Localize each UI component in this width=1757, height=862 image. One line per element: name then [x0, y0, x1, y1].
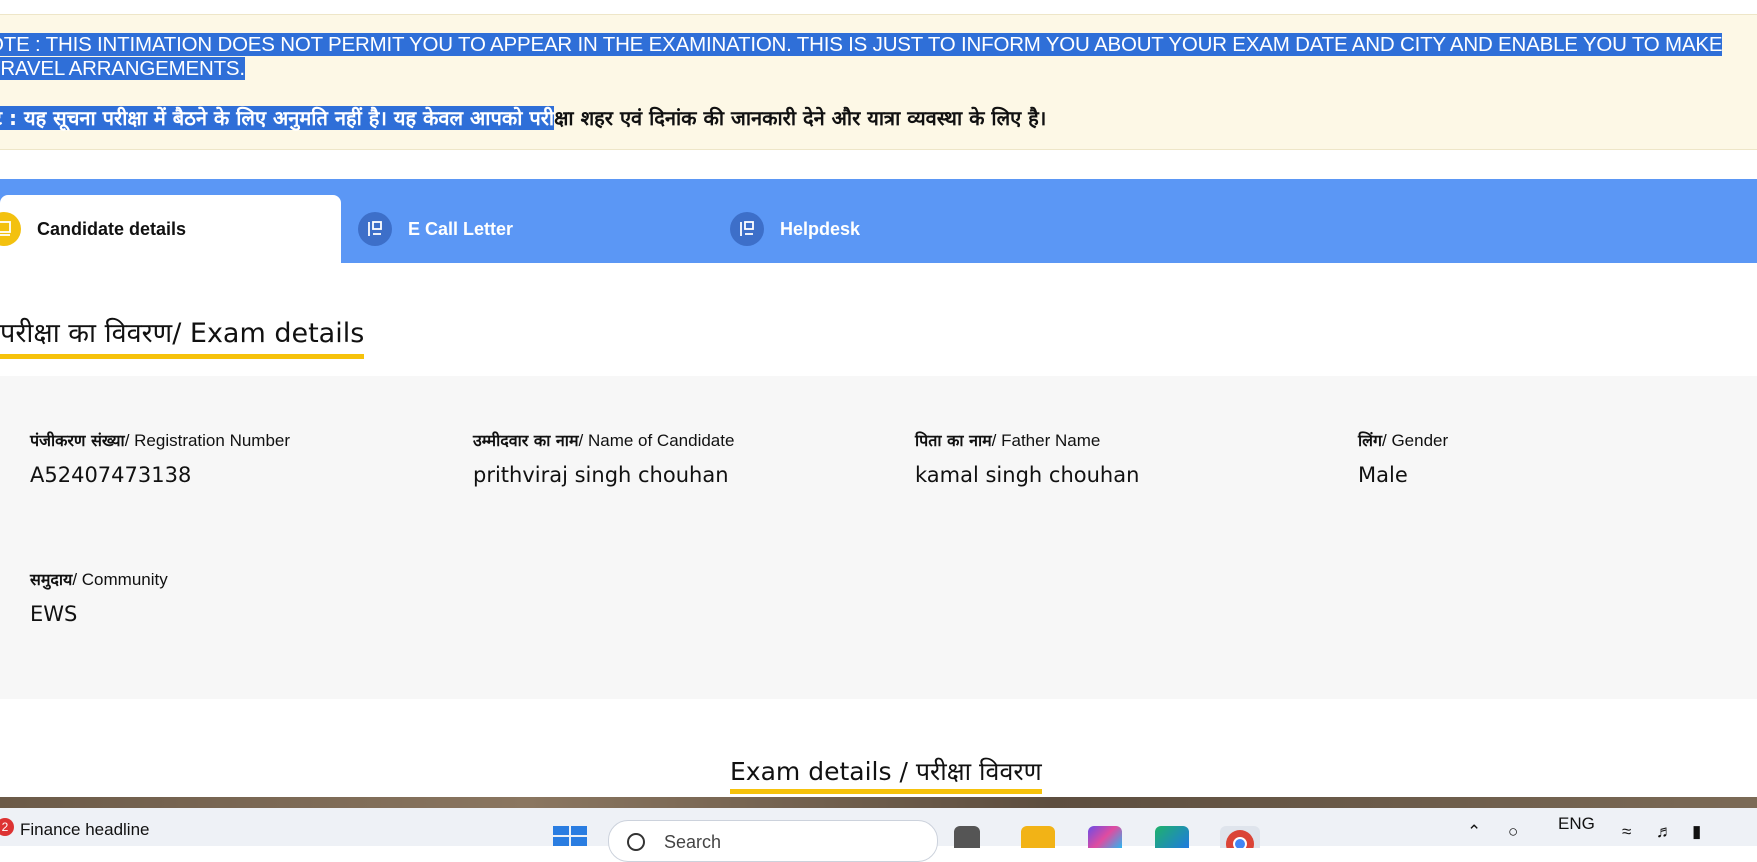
notification-badge: 2 [0, 818, 14, 836]
tab-label: E Call Letter [408, 218, 514, 239]
notice-banner: OTE : THIS INTIMATION DOES NOT PERMIT YO… [0, 14, 1757, 150]
edge-icon[interactable] [1155, 826, 1189, 848]
gender-value: Male [1358, 463, 1408, 487]
tab-helpdesk[interactable]: Helpdesk [730, 195, 1030, 263]
file-explorer-icon[interactable] [1021, 826, 1055, 848]
notice-hindi: ट : यह सूचना परीक्षा में बैठने के लिए अन… [0, 105, 1757, 131]
tray-device-icon[interactable]: ○ [1508, 822, 1518, 842]
tray-chevron-icon[interactable]: ⌃ [1467, 822, 1481, 842]
registration-field: पंजीकरण संख्या/ Registration Number A524… [30, 429, 290, 487]
candidate-name-label: उम्मीदवार का नाम/ Name of Candidate [473, 431, 735, 450]
desktop-wallpaper-strip [0, 797, 1757, 808]
taskbar: 2 Finance headline Search ⌃ ○ ENG ≈ ♬ ▮ [0, 808, 1757, 862]
community-field: समुदाय/ Community EWS [30, 568, 168, 626]
father-name-label: पिता का नाम/ Father Name [915, 431, 1101, 450]
notice-hindi-selected: ट : यह सूचना परीक्षा में बैठने के लिए अन… [0, 106, 555, 130]
language-indicator[interactable]: ENG [1558, 814, 1595, 834]
community-value: EWS [30, 602, 78, 626]
tab-candidate-details[interactable]: Candidate details [0, 195, 341, 263]
news-widget[interactable]: Finance headline [20, 820, 149, 840]
notice-english: OTE : THIS INTIMATION DOES NOT PERMIT YO… [0, 33, 1757, 81]
tab-bar: Candidate details E Call Letter Helpdesk [0, 179, 1757, 263]
chrome-icon[interactable] [1220, 826, 1260, 858]
notice-hindi-rest: क्षा शहर एवं दिनांक की जानकारी देने और य… [554, 106, 1047, 130]
search-placeholder: Search [664, 832, 722, 852]
candidate-name-value: prithviraj singh chouhan [473, 463, 729, 487]
gender-label: लिंग/ Gender [1358, 431, 1449, 450]
windows-start-icon[interactable] [553, 826, 587, 846]
task-view-icon[interactable] [954, 826, 980, 848]
candidate-name-field: उम्मीदवार का नाम/ Name of Candidate prit… [473, 429, 734, 487]
copilot-icon[interactable] [1088, 826, 1122, 848]
notice-english-text: OTE : THIS INTIMATION DOES NOT PERMIT YO… [0, 33, 1723, 80]
details-panel: पंजीकरण संख्या/ Registration Number A524… [0, 376, 1757, 699]
wifi-icon[interactable]: ≈ [1622, 822, 1631, 842]
battery-icon[interactable]: ▮ [1692, 822, 1701, 842]
registration-value: A52407473138 [30, 463, 192, 487]
exam-details-title: Exam details / परीक्षा विवरण [730, 755, 1042, 794]
tab-e-call-letter[interactable]: E Call Letter [358, 195, 658, 263]
community-label: समुदाय/ Community [30, 570, 168, 589]
help-icon [730, 212, 764, 246]
father-name-value: kamal singh chouhan [915, 463, 1140, 487]
tab-label: Candidate details [37, 218, 187, 239]
section-title: परीक्षा का विवरण/ Exam details [0, 316, 365, 359]
tab-label: Helpdesk [780, 218, 861, 239]
user-card-icon [0, 212, 21, 246]
registration-label: पंजीकरण संख्या/ Registration Number [30, 431, 291, 450]
father-name-field: पिता का नाम/ Father Name kamal singh cho… [915, 429, 1139, 487]
document-icon [358, 212, 392, 246]
gender-field: लिंग/ Gender Male [1358, 429, 1448, 487]
volume-icon[interactable]: ♬ [1656, 822, 1673, 842]
search-icon [627, 833, 645, 851]
taskbar-search[interactable]: Search [608, 820, 938, 862]
